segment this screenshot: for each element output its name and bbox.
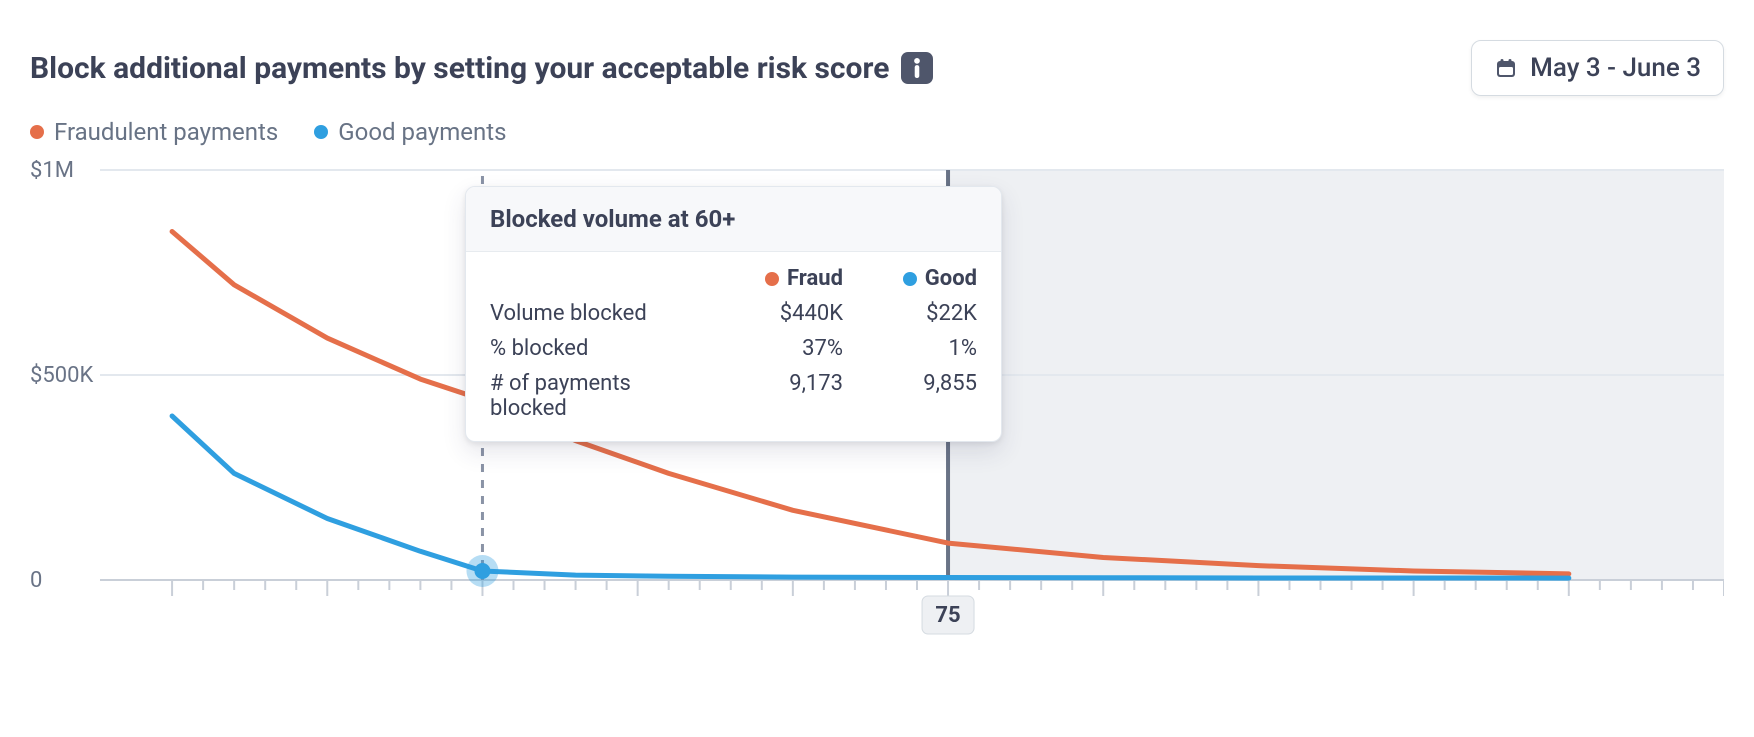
date-range-button[interactable]: May 3 - June 3 — [1471, 40, 1724, 96]
legend-dot-fraud — [30, 125, 44, 139]
legend-dot-good — [314, 125, 328, 139]
tooltip-row-label: # of payments blocked — [490, 371, 709, 421]
legend: Fraudulent payments Good payments — [30, 118, 1724, 146]
chart[interactable]: $1M $500K 0 75 Blocked volume at 60+ Fraud … — [30, 160, 1724, 660]
date-range-label: May 3 - June 3 — [1530, 53, 1701, 83]
tooltip-col-good: Good — [867, 266, 977, 291]
tooltip-row-good: $22K — [867, 301, 977, 326]
page-title: Block additional payments by setting you… — [30, 51, 933, 86]
tooltip-col-fraud: Fraud — [733, 266, 843, 291]
info-icon[interactable] — [901, 52, 933, 84]
svg-text:0: 0 — [30, 568, 42, 593]
tooltip-title: Blocked volume at 60+ — [466, 187, 1001, 252]
tooltip-row-fraud: 9,173 — [733, 371, 843, 421]
page-title-text: Block additional payments by setting you… — [30, 51, 889, 86]
svg-text:$500K: $500K — [30, 363, 93, 388]
tooltip-row-label: Volume blocked — [490, 301, 709, 326]
legend-label-fraud: Fraudulent payments — [54, 118, 278, 146]
legend-label-good: Good payments — [338, 118, 506, 146]
slider-handle-label[interactable]: 75 — [935, 603, 960, 628]
tooltip-row-fraud: $440K — [733, 301, 843, 326]
svg-text:$1M: $1M — [30, 160, 74, 183]
tooltip-row-good: 9,855 — [867, 371, 977, 421]
calendar-icon — [1494, 56, 1518, 80]
chart-tooltip: Blocked volume at 60+ Fraud Good Volume … — [465, 186, 1002, 442]
tooltip-row-fraud: 37% — [733, 336, 843, 361]
legend-item-fraud: Fraudulent payments — [30, 118, 278, 146]
tooltip-row-good: 1% — [867, 336, 977, 361]
tooltip-row-label: % blocked — [490, 336, 709, 361]
legend-item-good: Good payments — [314, 118, 506, 146]
